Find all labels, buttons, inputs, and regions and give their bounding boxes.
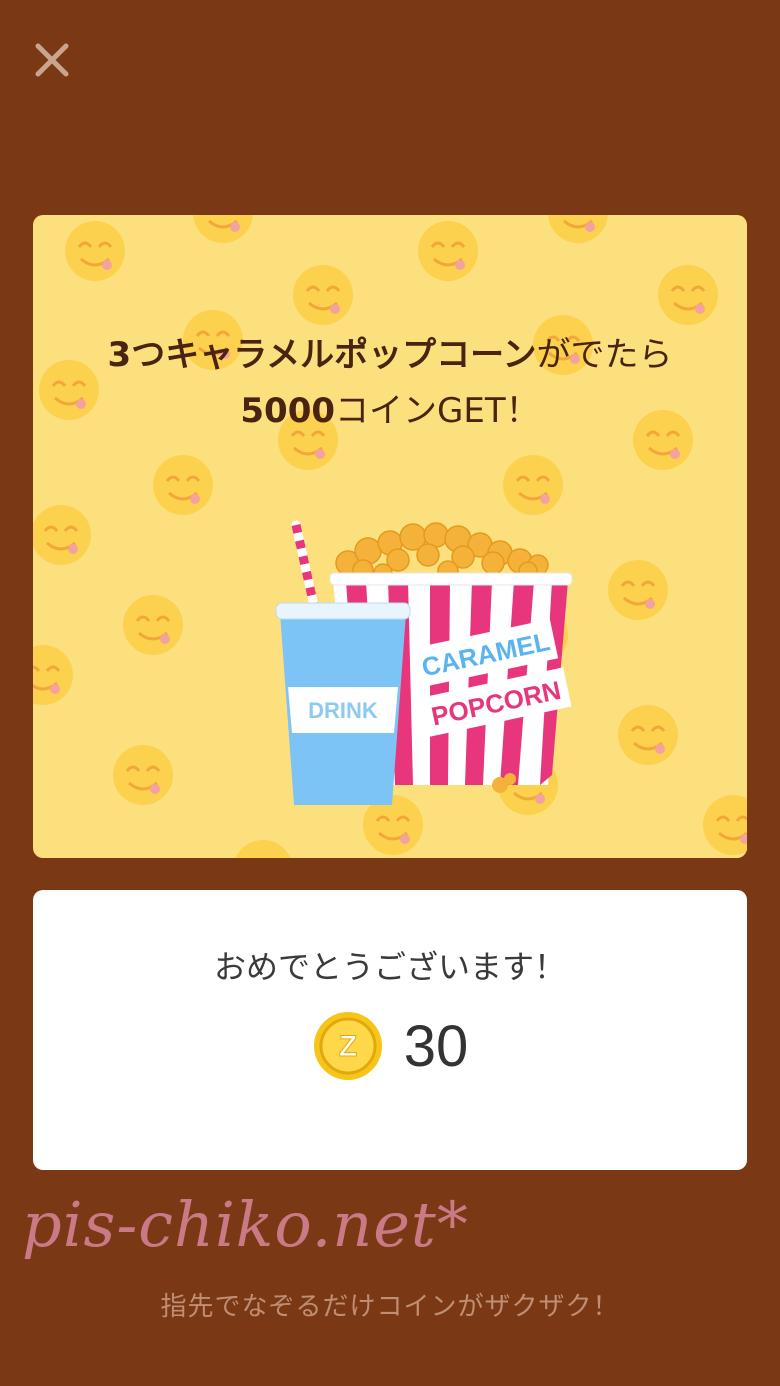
reward-result-card: おめでとうございます！ Z 30 [33,890,747,1170]
headline-line-1: 3つキャラメルポップコーンがでたら [33,327,747,383]
coin-icon: Z [313,1012,382,1080]
headline-line-2: 5000コインGET！ [33,383,747,439]
jackpot-banner: 3つキャラメルポップコーンがでたら 5000コインGET！ CARAMEL PO… [33,215,747,858]
coin-letter: Z [339,1030,357,1063]
coin-amount: 30 [403,1013,469,1079]
tagline: 指先でなぞるだけコインがザクザク！ [160,1292,620,1322]
reward-row: Z 30 [33,1010,747,1082]
headline-line-2-rest: コインGET！ [335,391,540,431]
straw [291,520,321,620]
headline-line-2-bold: 5000 [240,391,336,431]
drink-label: DRINK [308,698,378,723]
congrats-message: おめでとうございます！ [213,948,566,986]
close-button[interactable] [28,36,76,84]
headline-line-1-bold: 3つキャラメルポップコーン [107,335,537,375]
watermark: pis-chiko.net* [22,1188,469,1261]
jackpot-headline: 3つキャラメルポップコーンがでたら 5000コインGET！ [33,327,747,439]
popcorn-drink-illustration: CARAMEL POPCORN DRINK [275,520,573,805]
close-icon [35,43,69,77]
drink-cup: DRINK [275,602,411,805]
headline-line-1-rest: がでたら [536,335,673,375]
